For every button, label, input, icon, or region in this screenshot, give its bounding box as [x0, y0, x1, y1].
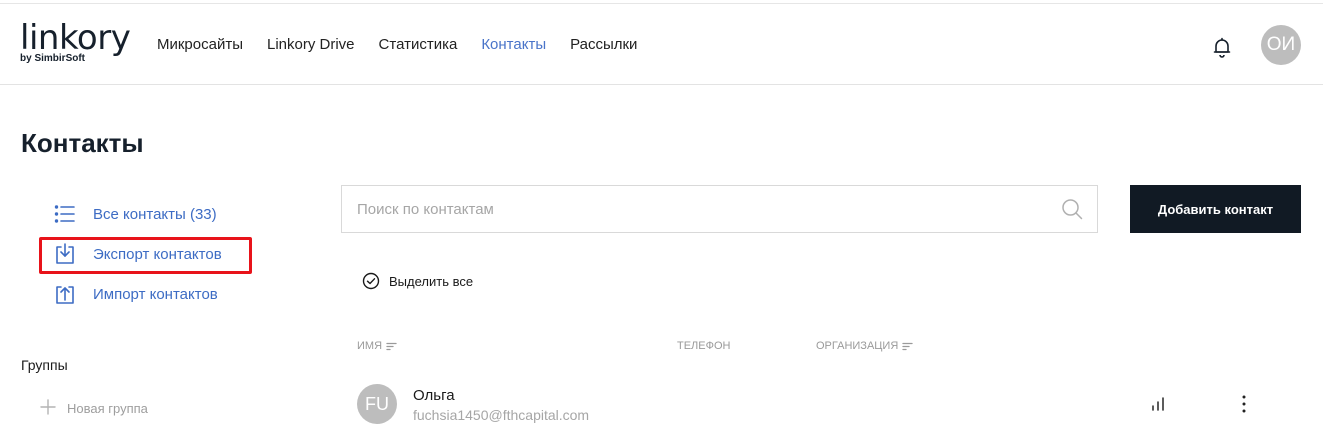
- list-icon: [53, 202, 77, 226]
- contact-avatar: FU: [357, 384, 397, 424]
- groups-title: Группы: [21, 357, 68, 373]
- upload-icon: [53, 282, 77, 306]
- nav-item-contacts[interactable]: Контакты: [481, 36, 546, 53]
- export-highlight-box: [39, 237, 252, 274]
- bell-icon[interactable]: [1210, 35, 1234, 59]
- search-box: [341, 185, 1098, 233]
- stats-icon[interactable]: [1149, 395, 1167, 413]
- more-menu-icon[interactable]: [1234, 393, 1254, 415]
- column-header-label: Телефон: [677, 340, 731, 352]
- column-header-name[interactable]: Имя: [357, 340, 397, 352]
- column-header-label: Имя: [357, 340, 383, 352]
- sidebar-item-all-contacts[interactable]: Все контакты (33): [53, 202, 217, 226]
- sidebar-item-label: Все контакты (33): [93, 205, 217, 223]
- nav-item-statistics[interactable]: Статистика: [379, 36, 458, 53]
- page-title: Контакты: [21, 128, 144, 158]
- sidebar-item-import-contacts[interactable]: Импорт контактов: [53, 282, 218, 306]
- app-header: linkory by SimbirSoft Микросайты Linkory…: [0, 5, 1323, 85]
- column-header-label: Организация: [816, 340, 899, 352]
- nav-item-mailings[interactable]: Рассылки: [570, 36, 637, 53]
- search-input[interactable]: [357, 186, 1047, 232]
- logo-wordmark: linkory: [20, 18, 131, 58]
- main-nav: Микросайты Linkory Drive Статистика Конт…: [157, 36, 661, 53]
- check-circle-icon: [362, 272, 380, 290]
- column-header-phone: Телефон: [677, 340, 730, 352]
- nav-item-drive[interactable]: Linkory Drive: [267, 36, 355, 53]
- search-icon[interactable]: [1061, 198, 1083, 220]
- plus-icon: [39, 398, 57, 418]
- contact-name: Ольга: [413, 387, 455, 404]
- nav-item-microsites[interactable]: Микросайты: [157, 36, 243, 53]
- select-all-control[interactable]: Выделить все: [362, 272, 473, 290]
- column-header-organization[interactable]: Организация: [816, 340, 913, 352]
- sidebar-item-label: Импорт контактов: [93, 285, 218, 303]
- sort-icon: [386, 342, 397, 351]
- logo[interactable]: linkory by SimbirSoft: [20, 19, 131, 69]
- contact-email: fuchsia1450@fthcapital.com: [413, 407, 590, 423]
- table-row[interactable]: FU Ольга fuchsia1450@fthcapital.com: [341, 380, 1301, 430]
- user-avatar[interactable]: ОИ: [1261, 25, 1301, 65]
- add-contact-button[interactable]: Добавить контакт: [1130, 185, 1301, 233]
- logo-subtitle: by SimbirSoft: [20, 53, 86, 64]
- sort-icon: [902, 342, 913, 351]
- new-group-label: Новая группа: [67, 400, 148, 416]
- top-border: [0, 0, 1323, 4]
- select-all-label: Выделить все: [389, 273, 474, 289]
- new-group-button[interactable]: Новая группа: [39, 398, 148, 418]
